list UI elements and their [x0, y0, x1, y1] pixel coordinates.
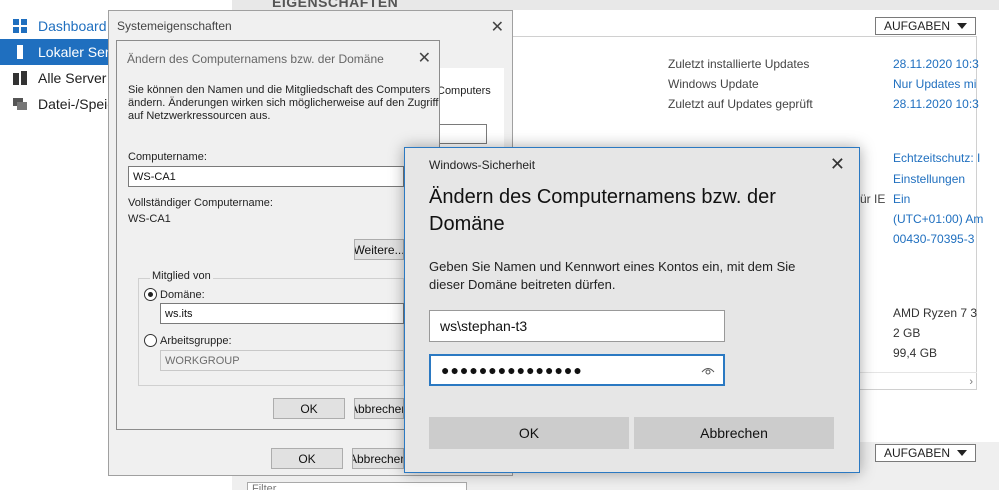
sysprops-cancel-button[interactable]: Abbrechen	[352, 448, 404, 469]
dialog-heading: Ändern des Computernamens bzw. der Domän…	[429, 184, 829, 238]
sidebar-item-label: Dashboard	[38, 18, 107, 34]
eye-icon[interactable]	[701, 365, 715, 377]
window-title: Systemeigenschaften	[117, 19, 232, 33]
prop-value-memory: 2 GB	[893, 326, 921, 340]
sidebar: Dashboard Lokaler Server Alle Server Dat…	[0, 0, 112, 490]
member-of-label: Mitglied von	[150, 270, 213, 283]
close-icon[interactable]: ✕	[830, 154, 845, 175]
domain-label: Domäne:	[160, 289, 205, 301]
prop-value-processor: AMD Ryzen 7 3	[893, 306, 978, 320]
password-value: ●●●●●●●●●●●●●●●	[441, 362, 583, 378]
prop-value-windows-update[interactable]: Nur Updates mi	[893, 77, 976, 91]
rename-cancel-button[interactable]: Abbrechen	[354, 398, 404, 419]
close-icon[interactable]: ✕	[418, 48, 431, 68]
full-name-label: Vollständiger Computername:	[128, 197, 273, 209]
filter-input[interactable]: Filter	[247, 482, 467, 490]
description-field[interactable]	[437, 124, 487, 144]
rename-description-line-3: auf Netzwerkressourcen aus.	[128, 110, 271, 122]
servers-icon	[13, 71, 27, 85]
workgroup-field: WORKGROUP	[160, 350, 404, 371]
tasks-dropdown[interactable]: AUFGABEN	[875, 17, 976, 35]
prop-value-realtime-protection[interactable]: Echtzeitschutz: I	[893, 151, 980, 165]
dialog-description: Geben Sie Namen und Kennwort eines Konto…	[429, 258, 839, 294]
heading-line-1: Ändern des Computernamens bzw. der	[429, 186, 776, 208]
username-value: ws\stephan-t3	[440, 318, 528, 334]
prop-value-last-updates[interactable]: 28.11.2020 10:3	[893, 57, 979, 71]
computer-name-field[interactable]: WS-CA1	[128, 166, 404, 187]
full-name-value: WS-CA1	[128, 213, 171, 225]
close-icon[interactable]: ✕	[491, 17, 504, 37]
dialog-title: Windows-Sicherheit	[429, 158, 536, 172]
prop-value-last-check[interactable]: 28.11.2020 10:3	[893, 97, 979, 111]
prop-label-ie-fragment: ür IE	[860, 192, 886, 206]
server-icon	[17, 45, 23, 59]
chevron-down-icon	[957, 23, 967, 29]
security-ok-button[interactable]: OK	[429, 417, 629, 449]
prop-label-last-check: Zuletzt auf Updates geprüft	[668, 97, 813, 111]
rename-ok-button[interactable]: OK	[273, 398, 345, 419]
tasks-label: AUFGABEN	[884, 19, 951, 33]
dashboard-icon	[13, 19, 27, 33]
prop-value-settings[interactable]: Einstellungen	[893, 172, 965, 186]
file-storage-icon	[13, 98, 27, 110]
tab-page-text: Computers	[437, 85, 491, 97]
chevron-down-icon	[957, 450, 967, 456]
tasks-label: AUFGABEN	[884, 446, 951, 460]
properties-title: EIGENSCHAFTEN	[272, 0, 399, 10]
sidebar-item-label: Lokaler Server	[38, 44, 112, 60]
windows-security-dialog: Windows-Sicherheit ✕ Ändern des Computer…	[404, 147, 860, 473]
description-line-2: dieser Domäne beitreten dürfen.	[429, 277, 616, 292]
sysprops-ok-button[interactable]: OK	[271, 448, 343, 469]
security-cancel-button[interactable]: Abbrechen	[634, 417, 834, 449]
sidebar-item-all-servers[interactable]: Alle Server	[0, 65, 112, 91]
lower-tasks-dropdown[interactable]: AUFGABEN	[875, 444, 976, 462]
password-field[interactable]: ●●●●●●●●●●●●●●●	[429, 354, 725, 386]
dialog-title: Ändern des Computernamens bzw. der Domän…	[127, 52, 384, 66]
workgroup-label: Arbeitsgruppe:	[160, 335, 232, 347]
more-button[interactable]: Weitere...	[354, 239, 404, 260]
domain-radio[interactable]	[144, 288, 157, 301]
chevron-right-icon[interactable]: ›	[969, 376, 973, 388]
username-field[interactable]: ws\stephan-t3	[429, 310, 725, 342]
sidebar-item-label: Datei-/Speicherdienste	[38, 96, 112, 112]
prop-label-windows-update: Windows Update	[668, 77, 759, 91]
prop-value-timezone[interactable]: (UTC+01:00) Am	[893, 212, 983, 226]
sidebar-item-local-server[interactable]: Lokaler Server	[0, 39, 112, 65]
workgroup-radio[interactable]	[144, 334, 157, 347]
computer-name-label: Computername:	[128, 151, 207, 163]
prop-label-last-updates: Zuletzt installierte Updates	[668, 57, 810, 71]
sidebar-item-dashboard[interactable]: Dashboard	[0, 13, 112, 39]
prop-value-disk: 99,4 GB	[893, 346, 938, 360]
rename-description-line-2: ändern. Änderungen wirken sich möglicher…	[128, 97, 439, 109]
heading-line-2: Domäne	[429, 213, 505, 235]
description-line-1: Geben Sie Namen und Kennwort eines Konto…	[429, 259, 796, 274]
sidebar-item-file-storage[interactable]: Datei-/Speicherdienste	[0, 91, 112, 117]
domain-field[interactable]: ws.its	[160, 303, 404, 324]
sidebar-item-label: Alle Server	[38, 70, 107, 86]
prop-value-ie-esc[interactable]: Ein	[893, 192, 910, 206]
rename-description-line-1: Sie können den Namen und die Mitgliedsch…	[128, 84, 431, 96]
prop-value-product-id[interactable]: 00430-70395-3	[893, 232, 974, 246]
